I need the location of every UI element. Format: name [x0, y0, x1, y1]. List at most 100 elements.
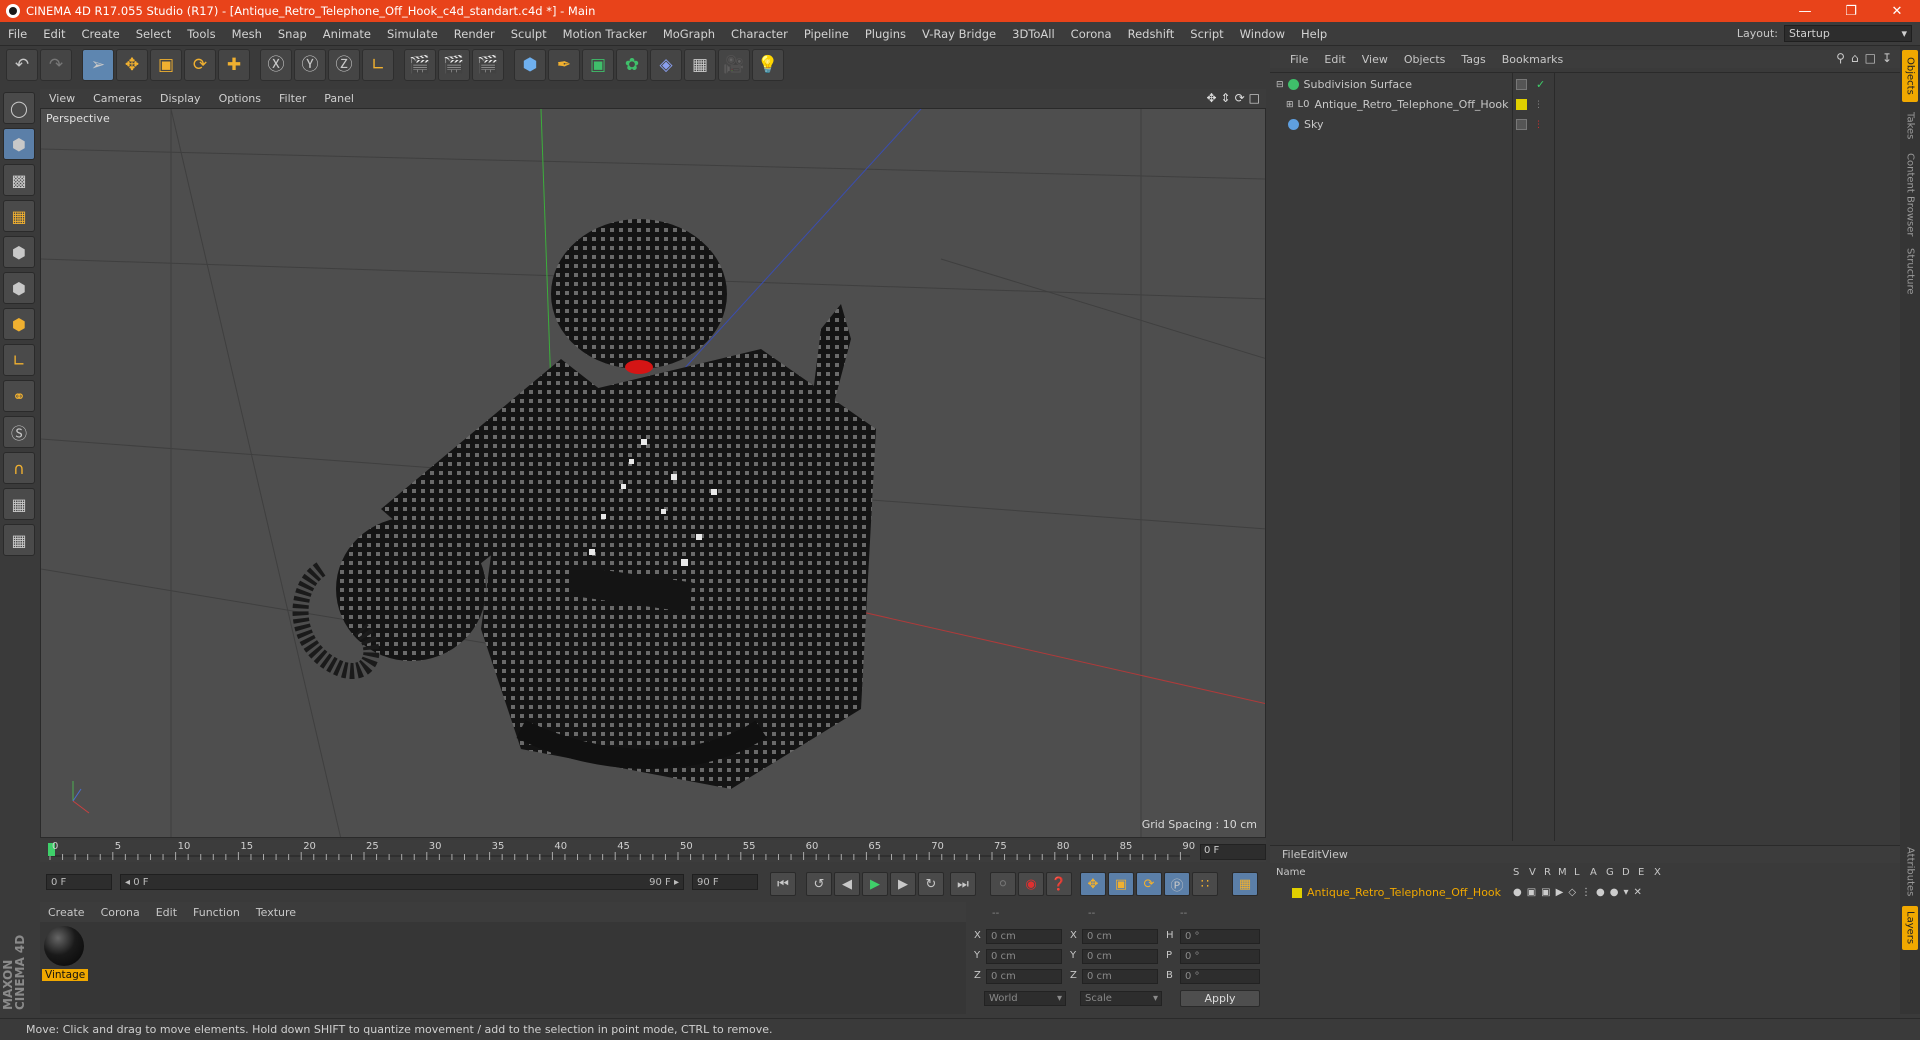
key-position-button[interactable]: ✥	[1080, 872, 1106, 896]
pan-view-icon[interactable]: ✥	[1206, 91, 1216, 105]
layer-row[interactable]: Antique_Retro_Telephone_Off_Hook ●▣▣▶◇⋮●…	[1270, 883, 1900, 902]
key-rotation-button[interactable]: ⟳	[1136, 872, 1162, 896]
autokey-button[interactable]: ❓	[1046, 872, 1072, 896]
material-menu-texture[interactable]: Texture	[248, 906, 304, 919]
key-parameter-button[interactable]: Ⓟ	[1164, 872, 1190, 896]
viewport-menu-display[interactable]: Display	[151, 92, 210, 105]
viewport-menu-options[interactable]: Options	[210, 92, 270, 105]
workplane-mode-button[interactable]: ▦	[3, 200, 35, 232]
layer-color-swatch[interactable]	[1292, 887, 1302, 898]
om-menu-view[interactable]: View	[1354, 53, 1396, 66]
menu-snap[interactable]: Snap	[270, 27, 315, 41]
edges-mode-button[interactable]: ⬢	[3, 272, 35, 304]
tweak-mode-button[interactable]: ⚭	[3, 380, 35, 412]
z-axis-lock-button[interactable]: Ⓩ	[328, 49, 360, 81]
menu-pipeline[interactable]: Pipeline	[796, 27, 857, 41]
floor-object-button[interactable]: ▦	[684, 49, 716, 81]
coord-pos-z-field[interactable]: 0 cm	[986, 969, 1062, 984]
new-window-icon[interactable]: □	[1865, 51, 1876, 65]
material-menu-function[interactable]: Function	[185, 906, 248, 919]
collapse-toggle-icon[interactable]: ⊟	[1276, 80, 1284, 90]
key-point-level-button[interactable]: ∷	[1192, 872, 1218, 896]
viewport-menu-view[interactable]: View	[40, 92, 84, 105]
om-menu-edit[interactable]: Edit	[1316, 53, 1353, 66]
menu-select[interactable]: Select	[128, 27, 179, 41]
y-axis-lock-button[interactable]: Ⓨ	[294, 49, 326, 81]
redo-button[interactable]: ↷	[40, 49, 72, 81]
previous-frame-button[interactable]: ◀	[834, 872, 860, 896]
scale-tool-button[interactable]: ▣	[150, 49, 182, 81]
cube-object-button[interactable]: ⬢	[514, 49, 546, 81]
rotate-tool-button[interactable]: ⟳	[184, 49, 216, 81]
menu-help[interactable]: Help	[1293, 27, 1335, 41]
subdivision-surface-button[interactable]: ▣	[582, 49, 614, 81]
make-editable-button[interactable]: ◯	[3, 92, 35, 124]
undo-button[interactable]: ↶	[6, 49, 38, 81]
timeline-window-button[interactable]: ▦	[1232, 872, 1258, 896]
model-mode-button[interactable]: ⬢	[3, 128, 35, 160]
deformer-button[interactable]: ◈	[650, 49, 682, 81]
enabled-checkmark-icon[interactable]: ✓	[1536, 78, 1545, 91]
timeline-ruler[interactable]: 0 5 10 15 20 25 30 35 40 45 50 55 60 65 70 75 80 85 90	[40, 840, 1266, 862]
coord-space-dropdown[interactable]: World ▾	[984, 991, 1066, 1006]
camera-object-button[interactable]: 🎥	[718, 49, 750, 81]
menu-motion-tracker[interactable]: Motion Tracker	[555, 27, 655, 41]
render-picture-viewer-button[interactable]: 🎬	[438, 49, 470, 81]
menu-create[interactable]: Create	[74, 27, 128, 41]
coord-size-x-field[interactable]: 0 cm	[1082, 929, 1158, 944]
home-icon[interactable]: ⌂	[1851, 51, 1859, 65]
minimize-button[interactable]: —	[1782, 0, 1828, 22]
om-menu-bookmarks[interactable]: Bookmarks	[1494, 53, 1571, 66]
tab-layers[interactable]: Layers	[1902, 906, 1918, 950]
previous-key-button[interactable]: ↺	[806, 872, 832, 896]
om-menu-objects[interactable]: Objects	[1396, 53, 1454, 66]
close-button[interactable]: ✕	[1874, 0, 1920, 22]
move-tool-button[interactable]: ✥	[116, 49, 148, 81]
coord-pos-x-field[interactable]: 0 cm	[986, 929, 1062, 944]
light-object-button[interactable]: 💡	[752, 49, 784, 81]
selection-tool-button[interactable]: ➢	[82, 49, 114, 81]
next-frame-button[interactable]: ▶	[890, 872, 916, 896]
viewport-menu-panel[interactable]: Panel	[315, 92, 363, 105]
lm-menu-edit[interactable]: Edit	[1300, 848, 1321, 861]
menu-edit[interactable]: Edit	[35, 27, 73, 41]
transform-tool-button[interactable]: ✚	[218, 49, 250, 81]
menu-simulate[interactable]: Simulate	[379, 27, 446, 41]
tab-takes[interactable]: Takes	[1902, 106, 1918, 146]
layer-name[interactable]: Antique_Retro_Telephone_Off_Hook	[1307, 886, 1501, 899]
grid-snap-button[interactable]: ▦	[3, 524, 35, 556]
render-off-icon[interactable]: ⋮	[1534, 120, 1543, 130]
visibility-toggle-icon[interactable]	[1516, 119, 1527, 130]
render-dots-icon[interactable]: ⋮	[1534, 100, 1543, 110]
dolly-view-icon[interactable]: ⇕	[1221, 91, 1231, 105]
menu-mograph[interactable]: MoGraph	[655, 27, 723, 41]
coord-rot-h-field[interactable]: 0 °	[1180, 929, 1260, 944]
menu-sculpt[interactable]: Sculpt	[503, 27, 555, 41]
material-swatch[interactable]: Vintage	[40, 922, 90, 988]
coord-pos-y-field[interactable]: 0 cm	[986, 949, 1062, 964]
points-mode-button[interactable]: ⬢	[3, 236, 35, 268]
tab-objects[interactable]: Objects	[1902, 50, 1918, 102]
menu-tools[interactable]: Tools	[179, 27, 223, 41]
layout-dropdown[interactable]: Startup ▾	[1784, 25, 1912, 42]
menu-mesh[interactable]: Mesh	[224, 27, 270, 41]
workplane-lock-button[interactable]: ▦	[3, 488, 35, 520]
magnet-button[interactable]: ∩	[3, 452, 35, 484]
render-settings-button[interactable]: 🎬	[472, 49, 504, 81]
object-row-subdivision-surface[interactable]: ⊟ Subdivision Surface ✓	[1270, 75, 1900, 94]
menu-file[interactable]: File	[0, 27, 35, 41]
record-active-button[interactable]: ◉	[1018, 872, 1044, 896]
object-row-telephone[interactable]: ⊞ L0 Antique_Retro_Telephone_Off_Hook ⋮	[1270, 95, 1900, 114]
visibility-toggle-icon[interactable]	[1516, 79, 1527, 90]
texture-mode-button[interactable]: ▩	[3, 164, 35, 196]
coord-rot-p-field[interactable]: 0 °	[1180, 949, 1260, 964]
start-frame-field[interactable]: 0 F	[46, 874, 112, 890]
menu-character[interactable]: Character	[723, 27, 796, 41]
material-menu-edit[interactable]: Edit	[148, 906, 185, 919]
x-axis-lock-button[interactable]: Ⓧ	[260, 49, 292, 81]
lm-menu-file[interactable]: File	[1282, 848, 1300, 861]
3d-viewport[interactable]: Perspective Grid Spacing : 10 cm	[40, 108, 1266, 838]
menu-vray-bridge[interactable]: V-Ray Bridge	[914, 27, 1004, 41]
play-button[interactable]: ▶	[862, 872, 888, 896]
record-keys-disabled-button[interactable]: ⚪	[990, 872, 1016, 896]
